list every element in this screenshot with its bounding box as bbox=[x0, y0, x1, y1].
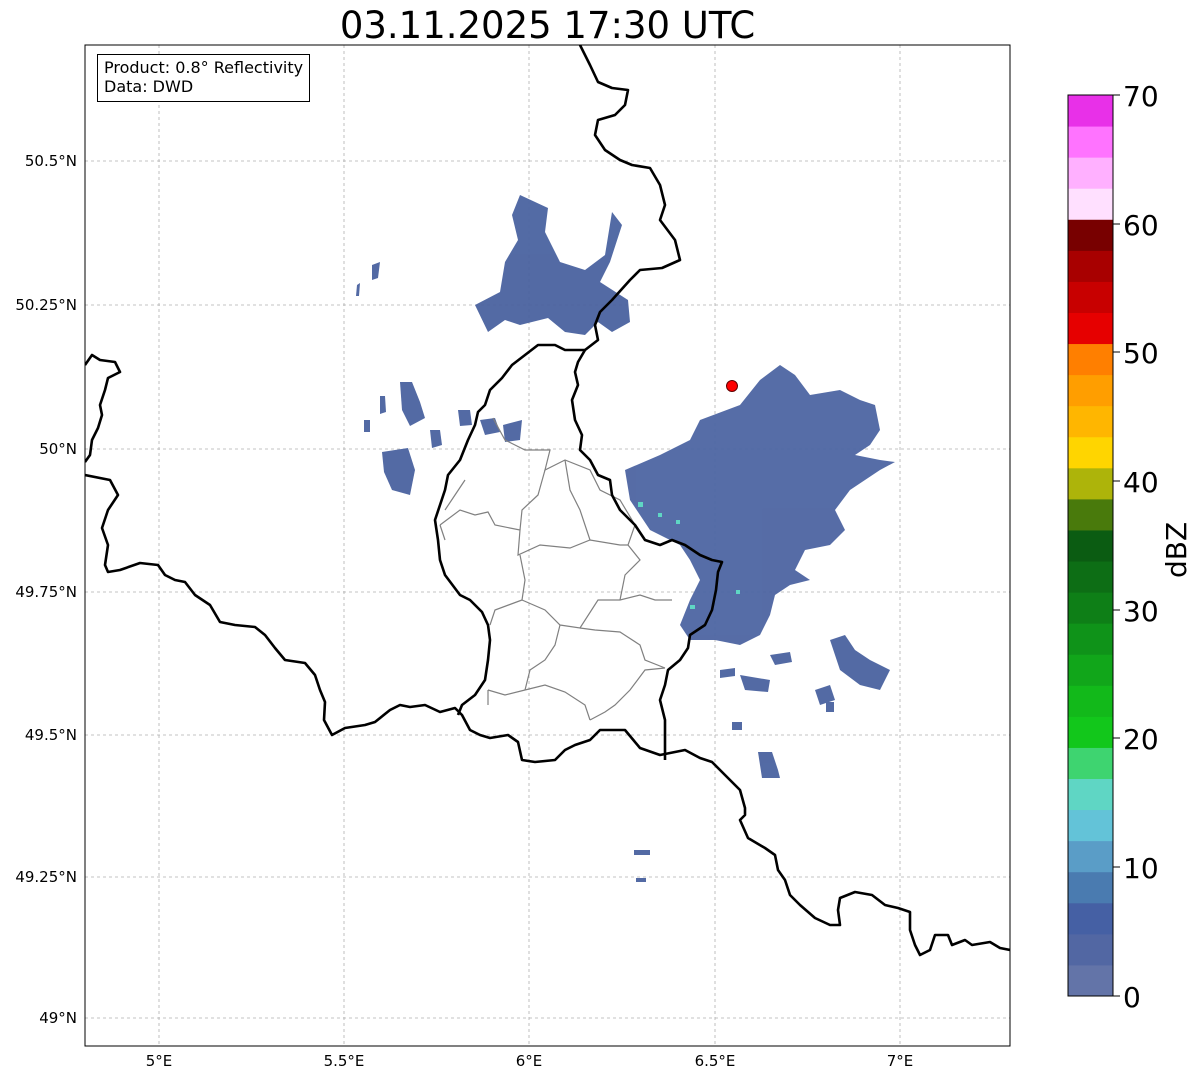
colorbar-segment bbox=[1068, 623, 1113, 655]
colorbar-segment bbox=[1068, 126, 1113, 158]
lat-tick: 49.5°N bbox=[25, 726, 77, 744]
colorbar-segment bbox=[1068, 250, 1113, 282]
product-info-box: Product: 0.8° Reflectivity Data: DWD bbox=[97, 54, 311, 102]
colorbar-tick-label: 30 bbox=[1123, 595, 1159, 628]
colorbar-segment bbox=[1068, 654, 1113, 686]
colorbar-tick-label: 70 bbox=[1123, 80, 1159, 113]
colorbar-tick-label: 40 bbox=[1123, 466, 1159, 499]
lat-tick: 50.25°N bbox=[15, 296, 77, 314]
colorbar-tick-label: 0 bbox=[1123, 981, 1141, 1014]
colorbar-segment bbox=[1068, 281, 1113, 313]
colorbar-segment bbox=[1068, 374, 1113, 407]
colorbar-segment bbox=[1068, 933, 1113, 966]
colorbar-segment bbox=[1068, 436, 1113, 469]
colorbar-segment bbox=[1068, 902, 1113, 935]
country-borders bbox=[85, 45, 1010, 957]
radar-map: 5°E 5.5°E 6°E 6.5°E 7°E 50.5°N 50.25°N 5… bbox=[15, 44, 1120, 1070]
colorbar-segment bbox=[1068, 716, 1113, 748]
colorbar-segment bbox=[1068, 871, 1113, 904]
colorbar-segment bbox=[1068, 529, 1113, 562]
colorbar-segment bbox=[1068, 312, 1113, 345]
colorbar-segment bbox=[1068, 219, 1113, 251]
colorbar-segment bbox=[1068, 592, 1113, 624]
lon-tick-labels: 5°E 5.5°E 6°E 6.5°E 7°E bbox=[146, 1052, 914, 1070]
lon-tick: 6°E bbox=[516, 1052, 543, 1070]
colorbar-tick-label: 10 bbox=[1123, 852, 1159, 885]
colorbar-tick-label: 20 bbox=[1123, 723, 1159, 756]
colorbar-tick-label: 60 bbox=[1123, 209, 1159, 242]
lon-tick: 6.5°E bbox=[695, 1052, 736, 1070]
lat-tick: 50.5°N bbox=[25, 152, 77, 170]
lon-tick: 7°E bbox=[887, 1052, 914, 1070]
admin-boundaries bbox=[439, 417, 672, 721]
colorbar-segment bbox=[1068, 498, 1113, 531]
colorbar-tick-label: 50 bbox=[1123, 337, 1159, 370]
colorbar-segment bbox=[1068, 809, 1113, 842]
colorbar-segment bbox=[1068, 840, 1113, 873]
colorbar-segment bbox=[1068, 157, 1113, 189]
colorbar-segment bbox=[1068, 188, 1113, 220]
colorbar-segment bbox=[1068, 343, 1113, 376]
radar-site-marker bbox=[726, 380, 738, 392]
colorbar-segment bbox=[1068, 685, 1113, 717]
colorbar-segment bbox=[1068, 778, 1113, 811]
lat-tick: 50°N bbox=[39, 440, 77, 458]
lat-tick-labels: 50.5°N 50.25°N 50°N 49.75°N 49.5°N 49.25… bbox=[15, 152, 77, 1027]
colorbar-segment bbox=[1068, 747, 1113, 780]
echo-cluster-north bbox=[475, 195, 630, 335]
lon-tick: 5.5°E bbox=[324, 1052, 365, 1070]
colorbar-unit-label: dBZ bbox=[1160, 521, 1193, 578]
echo-cluster-east bbox=[625, 365, 895, 645]
lat-tick: 49.75°N bbox=[15, 583, 77, 601]
lat-tick: 49.25°N bbox=[15, 868, 77, 886]
colorbar-segment bbox=[1068, 95, 1113, 127]
product-label: Product: 0.8° Reflectivity bbox=[104, 58, 304, 77]
colorbar-segment bbox=[1068, 964, 1113, 997]
colorbar-segment bbox=[1068, 467, 1113, 500]
colorbar-ticks bbox=[1113, 94, 1120, 997]
lon-tick: 5°E bbox=[146, 1052, 173, 1070]
colorbar-segment bbox=[1068, 405, 1113, 438]
data-source-label: Data: DWD bbox=[104, 77, 194, 96]
lat-tick: 49°N bbox=[39, 1009, 77, 1027]
colorbar-segment bbox=[1068, 561, 1113, 593]
colorbar bbox=[1068, 95, 1113, 997]
